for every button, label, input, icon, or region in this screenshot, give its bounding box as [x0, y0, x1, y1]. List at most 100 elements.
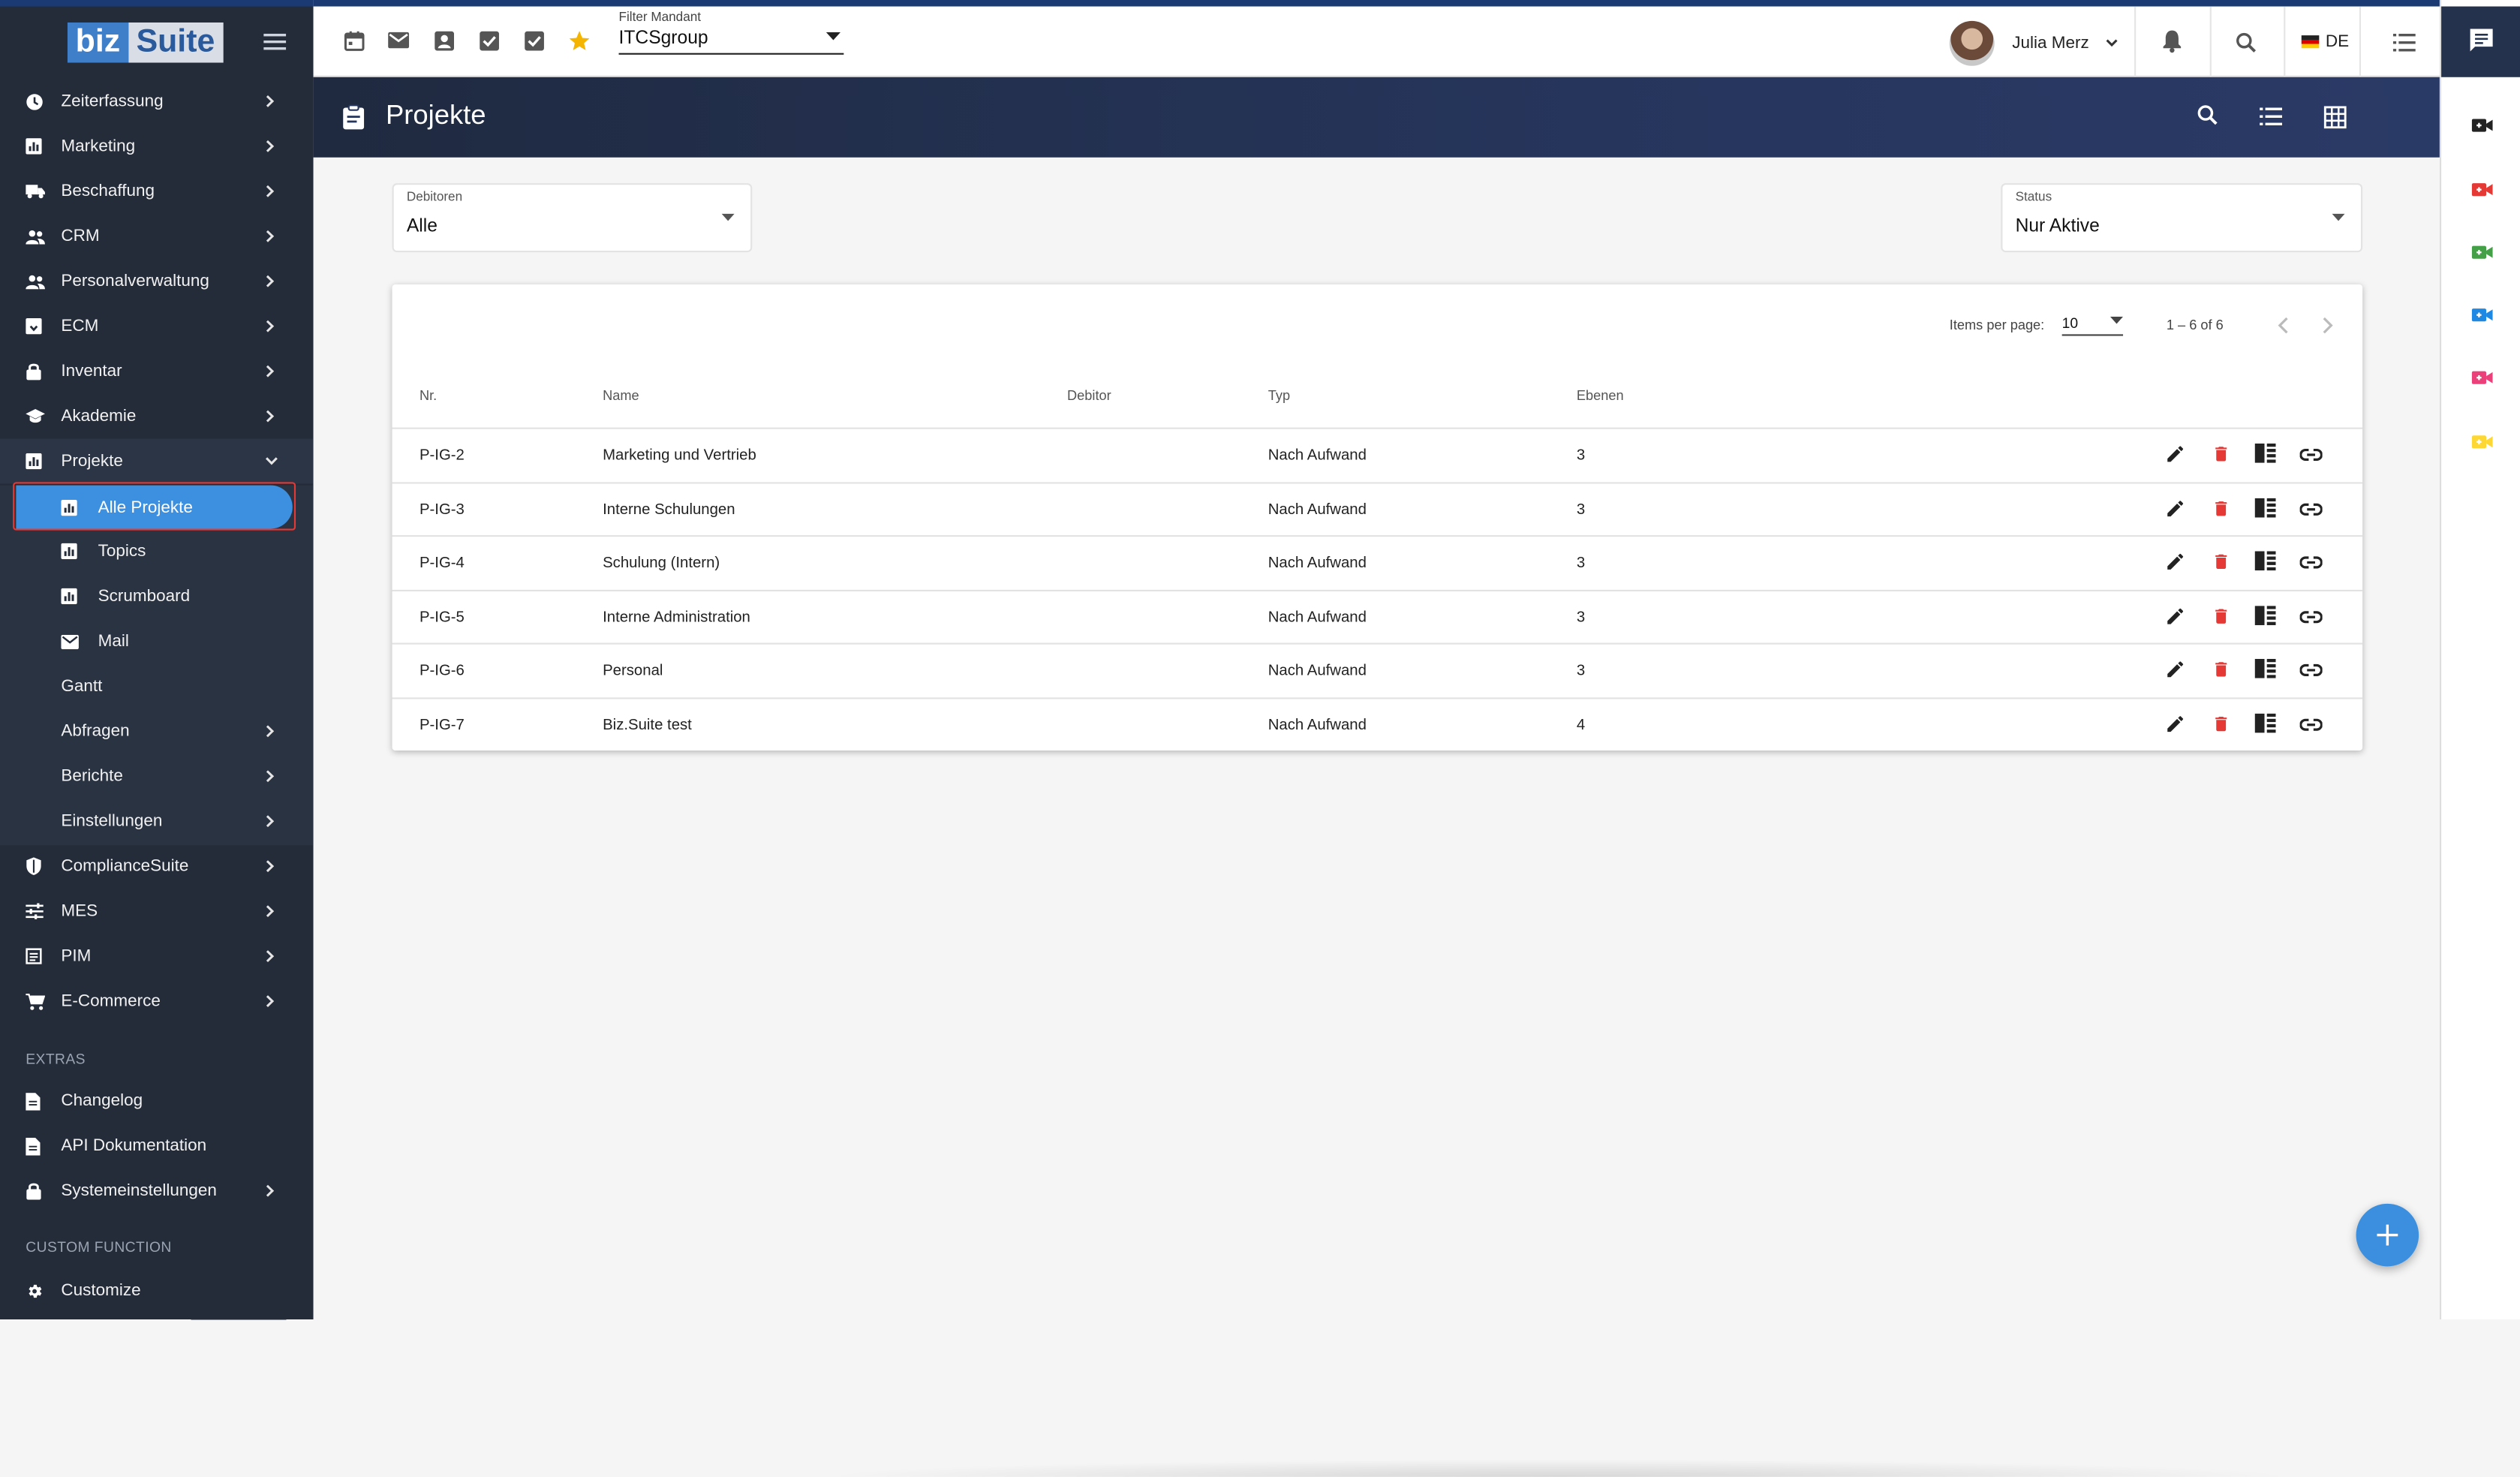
table-row[interactable]: P-IG-2 Marketing und Vertrieb Nach Aufwand…: [392, 427, 2363, 483]
link-icon[interactable]: [2299, 502, 2323, 515]
bell-icon[interactable]: [2161, 29, 2182, 53]
link-icon[interactable]: [2299, 610, 2323, 623]
columns-icon[interactable]: [2254, 443, 2276, 463]
trash-icon[interactable]: [2212, 444, 2231, 465]
filter-mandant[interactable]: Filter Mandant ITCSgroup: [618, 10, 844, 55]
add-project-button[interactable]: [2356, 1203, 2419, 1267]
column-header-debitor[interactable]: Debitor: [1067, 387, 1111, 403]
table-row[interactable]: P-IG-6 Personal Nach Aufwand 3: [392, 643, 2363, 698]
column-header-ebenen[interactable]: Ebenen: [1577, 387, 1624, 403]
sidebar-item-scrumboard[interactable]: Scrumboard: [0, 573, 314, 618]
sidebar-item-akademie[interactable]: Akademie: [0, 394, 314, 439]
trash-icon[interactable]: [2212, 660, 2231, 681]
sidebar-item-systemeinstellungen[interactable]: Systemeinstellungen: [0, 1169, 314, 1214]
sidebar-item-label: Zeiterfassung: [61, 92, 164, 111]
trash-icon[interactable]: [2212, 498, 2231, 519]
link-icon[interactable]: [2299, 448, 2323, 462]
columns-icon[interactable]: [2254, 551, 2276, 571]
grid-view-icon[interactable]: [2323, 106, 2347, 129]
link-icon[interactable]: [2299, 664, 2323, 677]
sidebar-item-projekte[interactable]: Projekte: [0, 438, 314, 484]
video-call-icon[interactable]: [2471, 182, 2493, 197]
video-call-icon[interactable]: [2471, 244, 2493, 260]
sidebar-item-compliancesuite[interactable]: ComplianceSuite: [0, 844, 314, 889]
star-favorites-icon[interactable]: [567, 29, 591, 53]
sidebar-item-zeiterfassung[interactable]: Zeiterfassung: [0, 79, 314, 124]
calendar-icon[interactable]: [344, 31, 365, 52]
sidebar-item-crm[interactable]: CRM: [0, 214, 314, 259]
columns-icon[interactable]: [2254, 713, 2276, 733]
items-per-page-select[interactable]: 10: [2061, 315, 2124, 336]
cell-name: Personal: [603, 663, 663, 681]
contact-icon[interactable]: [434, 31, 455, 52]
task-check-icon[interactable]: [479, 31, 500, 52]
cell-ebenen: 3: [1576, 447, 1586, 465]
language-switch[interactable]: DE: [2301, 32, 2349, 52]
link-icon[interactable]: [2299, 718, 2323, 731]
pencil-icon[interactable]: [2165, 660, 2186, 681]
link-icon[interactable]: [2299, 556, 2323, 569]
chat-button[interactable]: [2441, 6, 2520, 77]
pencil-icon[interactable]: [2165, 498, 2186, 519]
video-call-icon[interactable]: [2471, 369, 2493, 385]
video-call-icon[interactable]: [2471, 117, 2493, 133]
sidebar-item-inventar[interactable]: Inventar: [0, 349, 314, 394]
mail-icon[interactable]: [387, 31, 410, 50]
approval-check-icon[interactable]: [524, 31, 545, 52]
chevron-left-icon[interactable]: [2278, 317, 2289, 335]
sidebar-item-einstellungen[interactable]: Einstellungen: [0, 799, 314, 844]
status-select[interactable]: Status Nur Aktive: [2001, 183, 2363, 253]
trash-icon[interactable]: [2212, 606, 2231, 627]
cell-ebenen: 3: [1576, 663, 1586, 681]
trash-icon[interactable]: [2212, 552, 2231, 573]
user-menu[interactable]: Julia Merz: [1949, 20, 2119, 68]
filter-mandant-select[interactable]: ITCSgroup: [618, 29, 844, 55]
sidebar-item-changelog[interactable]: Changelog: [0, 1078, 314, 1124]
sidebar-item-pim[interactable]: PIM: [0, 934, 314, 979]
hamburger-menu-icon[interactable]: [263, 32, 287, 52]
trash-icon[interactable]: [2212, 714, 2231, 735]
column-header-nr[interactable]: Nr.: [419, 387, 437, 403]
video-call-icon[interactable]: [2471, 434, 2493, 450]
debitoren-select[interactable]: Debitoren Alle: [392, 183, 753, 253]
columns-icon[interactable]: [2254, 605, 2276, 625]
column-header-name[interactable]: Name: [603, 387, 639, 403]
sidebar-item-label: CRM: [61, 226, 100, 246]
sidebar-item-abfragen[interactable]: Abfragen: [0, 708, 314, 754]
sidebar-item-personalverwaltung[interactable]: Personalverwaltung: [0, 259, 314, 304]
sidebar-item-api-dokumentation[interactable]: API Dokumentation: [0, 1124, 314, 1169]
sidebar-item-mes[interactable]: MES: [0, 889, 314, 934]
cell-nr: P-IG-6: [419, 663, 465, 681]
video-call-icon[interactable]: [2471, 307, 2493, 323]
chevron-right-icon[interactable]: [2323, 317, 2334, 335]
search-icon[interactable]: [2197, 104, 2218, 125]
sidebar-item-label: PIM: [61, 946, 92, 966]
sidebar-item-berichte[interactable]: Berichte: [0, 754, 314, 799]
table-row[interactable]: P-IG-5 Interne Administration Nach Aufwand…: [392, 589, 2363, 644]
table-row[interactable]: P-IG-4 Schulung (Intern) Nach Aufwand 3: [392, 535, 2363, 590]
sidebar-item-beschaffung[interactable]: Beschaffung: [0, 169, 314, 214]
pencil-icon[interactable]: [2165, 606, 2186, 627]
pencil-icon[interactable]: [2165, 552, 2186, 573]
app-logo[interactable]: biz Suite: [67, 22, 224, 63]
list-menu-icon[interactable]: [2392, 33, 2416, 52]
cell-typ: Nach Aufwand: [1268, 663, 1367, 681]
caret-down-icon: [2332, 213, 2345, 222]
sidebar-item-ecm[interactable]: ECM: [0, 304, 314, 349]
column-header-typ[interactable]: Typ: [1268, 387, 1290, 403]
columns-icon[interactable]: [2254, 497, 2276, 517]
columns-icon[interactable]: [2254, 659, 2276, 679]
sidebar-item-marketing[interactable]: Marketing: [0, 124, 314, 169]
sidebar-item-customize[interactable]: Customize: [0, 1268, 314, 1313]
pencil-icon[interactable]: [2165, 714, 2186, 735]
search-icon[interactable]: [2236, 32, 2257, 53]
chevron-right-icon: [265, 320, 275, 332]
pencil-icon[interactable]: [2165, 444, 2186, 465]
list-view-icon[interactable]: [2260, 107, 2283, 126]
table-row[interactable]: P-IG-7 Biz.Suite test Nach Aufwand 4: [392, 697, 2363, 752]
sidebar-item-mail[interactable]: Mail: [0, 618, 314, 663]
sidebar-item-gantt[interactable]: Gantt: [0, 663, 314, 708]
sidebar-item-e-commerce[interactable]: E-Commerce: [0, 979, 314, 1024]
table-row[interactable]: P-IG-3 Interne Schulungen Nach Aufwand 3: [392, 481, 2363, 537]
sidebar-item-topics[interactable]: Topics: [0, 528, 314, 573]
